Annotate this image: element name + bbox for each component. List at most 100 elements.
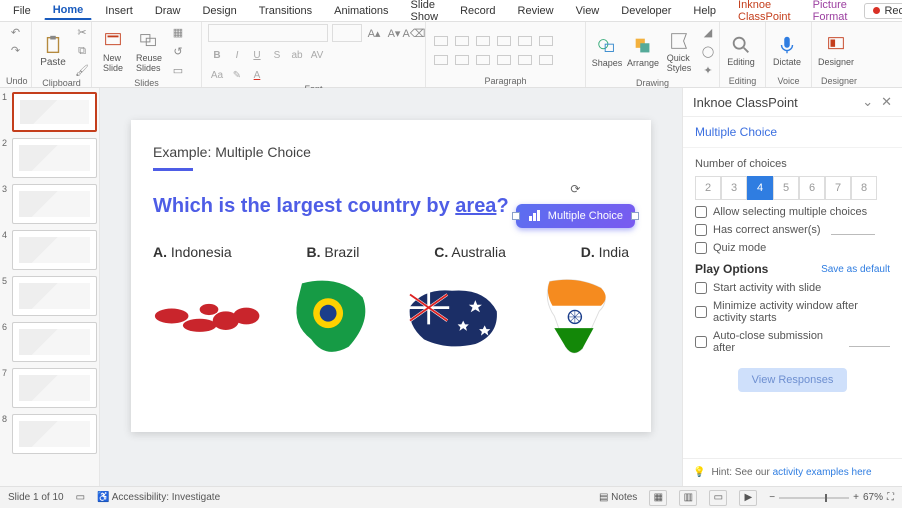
numbering-icon[interactable] [455, 36, 469, 46]
bold-icon[interactable]: B [213, 50, 220, 61]
thumbnail-3[interactable]: 3 [2, 184, 97, 224]
quick-styles-button[interactable]: Quick Styles [664, 30, 694, 73]
lang-icon[interactable]: ▭ [76, 492, 85, 503]
has-correct-checkbox[interactable]: Has correct answer(s) [695, 224, 890, 236]
tab-record[interactable]: Record [451, 2, 504, 20]
zoom-out-icon[interactable]: − [769, 492, 775, 503]
redo-icon[interactable]: ↷ [8, 42, 24, 58]
section-icon[interactable]: ▭ [170, 62, 186, 78]
new-slide-button[interactable]: New Slide [98, 30, 128, 73]
dictate-button[interactable]: Dictate [772, 34, 802, 67]
line-spacing-icon[interactable] [518, 36, 532, 46]
slide-thumbnails[interactable]: 1 2 3 4 5 6 7 8 [0, 88, 100, 486]
thumbnail-8[interactable]: 8 [2, 414, 97, 454]
tab-transitions[interactable]: Transitions [250, 2, 321, 20]
view-responses-button[interactable]: View Responses [738, 368, 848, 392]
decrease-font-icon[interactable]: A▾ [386, 25, 402, 41]
choice-8[interactable]: 8 [851, 176, 877, 200]
clear-format-icon[interactable]: A⌫ [406, 25, 422, 41]
columns-icon[interactable] [518, 55, 532, 65]
text-direction-icon[interactable] [539, 36, 553, 46]
format-painter-icon[interactable]: 🖌 [74, 62, 90, 78]
paste-button[interactable]: Paste [38, 34, 68, 68]
auto-close-checkbox[interactable]: Auto-close submission after [695, 330, 890, 354]
zoom-in-icon[interactable]: + [853, 492, 859, 503]
save-default-link[interactable]: Save as default [821, 264, 890, 275]
highlight-icon[interactable]: ✎ [233, 70, 241, 81]
reset-icon[interactable]: ↺ [170, 43, 186, 59]
increase-font-icon[interactable]: A▴ [366, 25, 382, 41]
slideshow-view-icon[interactable]: ▶ [739, 490, 757, 506]
indent-inc-icon[interactable] [497, 36, 511, 46]
tab-help[interactable]: Help [684, 2, 725, 20]
tab-animations[interactable]: Animations [325, 2, 397, 20]
layout-icon[interactable]: ▦ [170, 24, 186, 40]
smartart-icon[interactable] [539, 55, 553, 65]
undo-icon[interactable]: ↶ [8, 24, 24, 40]
record-button[interactable]: Record [864, 3, 902, 19]
thumbnail-5[interactable]: 5 [2, 276, 97, 316]
shape-effects-icon[interactable]: ✦ [700, 62, 716, 78]
shadow-icon[interactable]: ab [291, 50, 302, 61]
italic-icon[interactable]: I [236, 50, 239, 61]
copy-icon[interactable]: ⧉ [74, 43, 90, 59]
slide-canvas[interactable]: Example: Multiple Choice Which is the la… [100, 88, 682, 486]
choice-6[interactable]: 6 [799, 176, 825, 200]
choice-5[interactable]: 5 [773, 176, 799, 200]
start-with-slide-checkbox[interactable]: Start activity with slide [695, 282, 890, 294]
fit-window-icon[interactable]: ⛶ [887, 492, 894, 503]
thumbnail-7[interactable]: 7 [2, 368, 97, 408]
tab-file[interactable]: File [4, 2, 40, 20]
indent-dec-icon[interactable] [476, 36, 490, 46]
thumbnail-1[interactable]: 1 [2, 92, 97, 132]
tab-developer[interactable]: Developer [612, 2, 680, 20]
thumbnail-6[interactable]: 6 [2, 322, 97, 362]
thumbnail-2[interactable]: 2 [2, 138, 97, 178]
zoom-slider[interactable] [779, 497, 849, 499]
tab-home[interactable]: Home [44, 1, 93, 20]
arrange-button[interactable]: Arrange [628, 35, 658, 68]
tab-design[interactable]: Design [193, 2, 245, 20]
editing-button[interactable]: Editing [726, 34, 756, 67]
zoom-control[interactable]: − + 67% ⛶ [769, 492, 894, 503]
choice-3[interactable]: 3 [721, 176, 747, 200]
reading-view-icon[interactable]: ▭ [709, 490, 727, 506]
rotate-handle-icon[interactable]: ⟳ [570, 182, 580, 196]
zoom-percent[interactable]: 67% [863, 492, 883, 503]
thumbnail-4[interactable]: 4 [2, 230, 97, 270]
tab-draw[interactable]: Draw [146, 2, 190, 20]
choice-7[interactable]: 7 [825, 176, 851, 200]
underline-icon[interactable]: U [253, 50, 260, 61]
shape-fill-icon[interactable]: ◢ [700, 24, 716, 40]
shape-outline-icon[interactable]: ◯ [700, 43, 716, 59]
allow-multiple-checkbox[interactable]: Allow selecting multiple choices [695, 206, 890, 218]
choice-4[interactable]: 4 [747, 176, 773, 200]
align-right-icon[interactable] [476, 55, 490, 65]
notes-button[interactable]: ▤ Notes [599, 492, 637, 503]
cut-icon[interactable]: ✂ [74, 24, 90, 40]
align-center-icon[interactable] [455, 55, 469, 65]
normal-view-icon[interactable]: ▦ [649, 490, 667, 506]
change-case-icon[interactable]: Aa [211, 70, 223, 81]
designer-button[interactable]: Designer [818, 34, 854, 67]
align-left-icon[interactable] [434, 55, 448, 65]
reuse-slides-button[interactable]: Reuse Slides [134, 30, 164, 73]
accessibility-status[interactable]: ♿ Accessibility: Investigate [97, 492, 220, 503]
strike-icon[interactable]: S [274, 50, 281, 61]
tab-review[interactable]: Review [509, 2, 563, 20]
tab-insert[interactable]: Insert [96, 2, 142, 20]
panel-chevron-icon[interactable]: ⌄ [862, 94, 873, 110]
slide[interactable]: Example: Multiple Choice Which is the la… [131, 120, 651, 432]
multiple-choice-widget[interactable]: ⟳ Multiple Choice [516, 204, 635, 228]
sorter-view-icon[interactable]: ▥ [679, 490, 697, 506]
tab-view[interactable]: View [567, 2, 609, 20]
bullets-icon[interactable] [434, 36, 448, 46]
hint-link[interactable]: activity examples here [773, 467, 872, 478]
shapes-button[interactable]: Shapes [592, 35, 622, 68]
font-color-icon[interactable]: A [254, 70, 261, 81]
justify-icon[interactable] [497, 55, 511, 65]
panel-close-icon[interactable]: ✕ [881, 94, 892, 110]
choice-2[interactable]: 2 [695, 176, 721, 200]
quiz-mode-checkbox[interactable]: Quiz mode [695, 242, 890, 254]
char-spacing-icon[interactable]: AV [311, 50, 324, 61]
